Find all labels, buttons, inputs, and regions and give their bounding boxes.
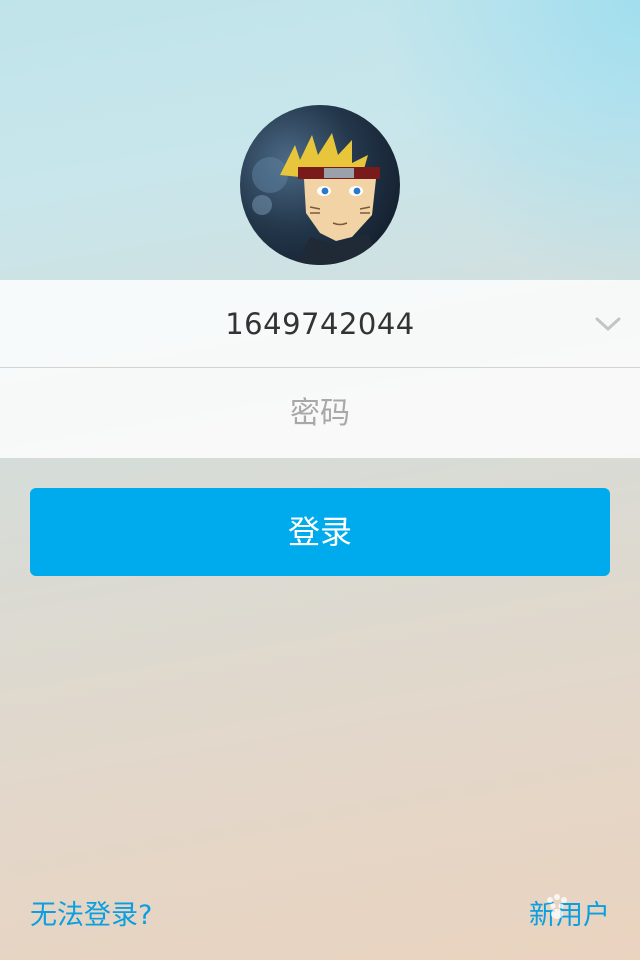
- account-row: 1649742044: [0, 280, 640, 368]
- chevron-down-icon: [595, 317, 621, 331]
- background-glow: [380, 0, 640, 300]
- password-field[interactable]: [0, 368, 640, 458]
- login-button[interactable]: 登录: [30, 488, 610, 576]
- avatar[interactable]: [240, 105, 400, 265]
- baidu-watermark-logo: [547, 894, 567, 919]
- login-screen: 1649742044 登录 无法登录? 新用户: [0, 0, 640, 960]
- avatar-image: [252, 133, 380, 265]
- password-row: [0, 368, 640, 458]
- account-field[interactable]: 1649742044: [0, 280, 640, 368]
- cant-login-link[interactable]: 无法登录?: [30, 896, 152, 936]
- account-dropdown-button[interactable]: [592, 308, 624, 340]
- login-form: 1649742044: [0, 280, 640, 458]
